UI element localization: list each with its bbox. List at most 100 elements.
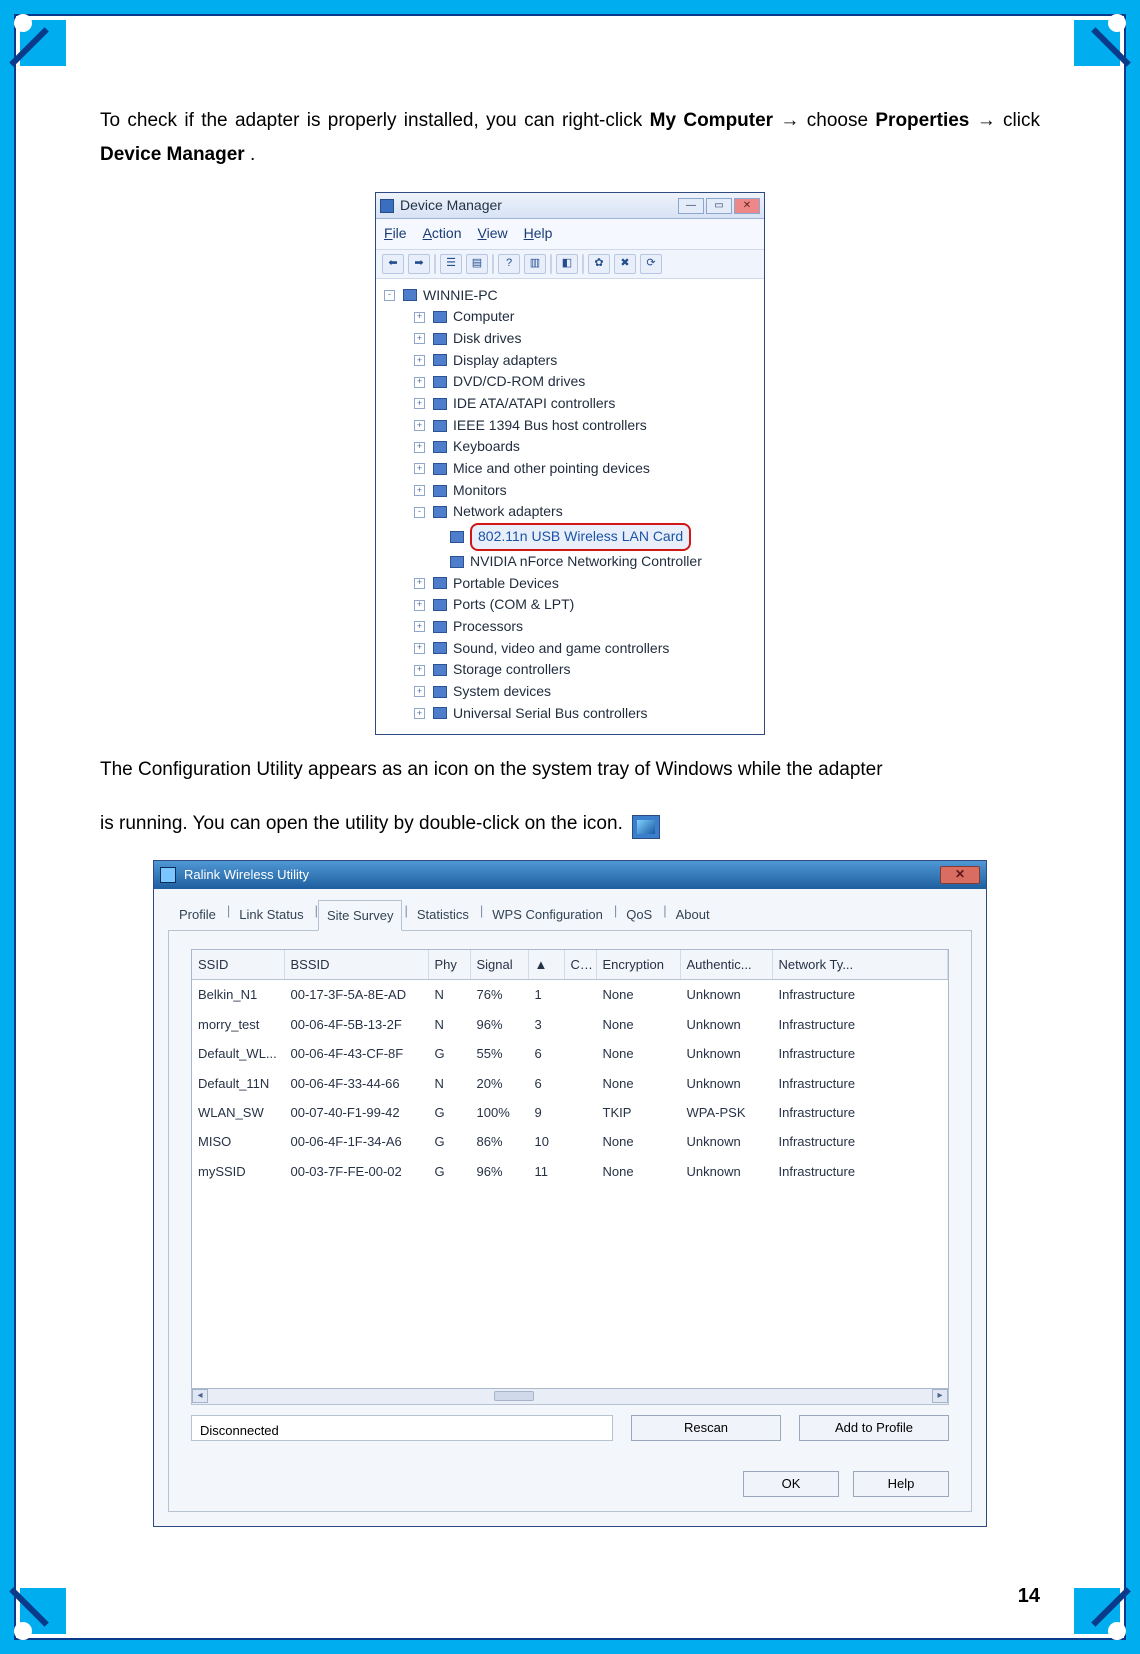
dm-node[interactable]: +Mice and other pointing devices <box>384 458 756 480</box>
scroll-right-icon[interactable]: ▸ <box>932 1389 948 1403</box>
dm-node[interactable]: +Ports (COM & LPT) <box>384 594 756 616</box>
dm-subnode-nvidia[interactable]: NVIDIA nForce Networking Controller <box>384 551 756 573</box>
expand-icon[interactable]: + <box>414 312 425 323</box>
dm-node-label: Sound, video and game controllers <box>453 638 669 660</box>
tab-qos[interactable]: QoS <box>617 899 661 930</box>
column-header[interactable]: SSID <box>192 950 284 980</box>
minimize-button[interactable]: — <box>678 198 704 214</box>
expand-icon[interactable]: + <box>414 398 425 409</box>
add-to-profile-button[interactable]: Add to Profile <box>799 1415 949 1441</box>
site-survey-table: SSIDBSSIDPhySignal▲C...EncryptionAuthent… <box>192 950 948 1186</box>
dm-node[interactable]: +Processors <box>384 616 756 638</box>
tab-profile[interactable]: Profile <box>170 899 225 930</box>
dm-node[interactable]: +Universal Serial Bus controllers <box>384 703 756 725</box>
tab-site-survey[interactable]: Site Survey <box>318 900 402 931</box>
dm-node[interactable]: +System devices <box>384 681 756 703</box>
column-header[interactable]: Phy <box>428 950 470 980</box>
dm-node[interactable]: +IEEE 1394 Bus host controllers <box>384 415 756 437</box>
forward-icon[interactable]: ➡ <box>408 254 430 274</box>
dm-menu-file[interactable]: File <box>384 221 407 246</box>
expand-icon[interactable]: + <box>414 485 425 496</box>
table-row[interactable]: Default_WL...00-06-4F-43-CF-8FG55%6NoneU… <box>192 1039 948 1068</box>
table-cell: 00-07-40-F1-99-42 <box>284 1098 428 1127</box>
dm-menu-help[interactable]: Help <box>524 221 553 246</box>
table-cell: Unknown <box>680 1069 772 1098</box>
column-header[interactable]: Signal <box>470 950 528 980</box>
rescan-button[interactable]: Rescan <box>631 1415 781 1441</box>
help-button[interactable]: Help <box>853 1471 949 1497</box>
dm-node[interactable]: +Computer <box>384 306 756 328</box>
table-row[interactable]: mySSID00-03-7F-FE-00-02G96%11NoneUnknown… <box>192 1157 948 1186</box>
dm-node[interactable]: + Sound, video and game controllers <box>384 638 756 660</box>
scan-icon[interactable]: ◧ <box>556 254 578 274</box>
dm-node[interactable]: +Display adapters <box>384 350 756 372</box>
dm-node[interactable]: +DVD/CD-ROM drives <box>384 371 756 393</box>
properties-icon[interactable]: ▤ <box>466 254 488 274</box>
tab-wps-configuration[interactable]: WPS Configuration <box>483 899 612 930</box>
update-icon[interactable]: ✿ <box>588 254 610 274</box>
dm-root-label[interactable]: WINNIE-PC <box>423 285 498 307</box>
dm-node[interactable]: +Keyboards <box>384 436 756 458</box>
dm-menu-view[interactable]: View <box>478 221 508 246</box>
expand-icon[interactable]: + <box>414 333 425 344</box>
column-header[interactable]: Encryption <box>596 950 680 980</box>
expand-icon[interactable]: + <box>414 708 425 719</box>
table-row[interactable]: morry_test00-06-4F-5B-13-2FN96%3NoneUnkn… <box>192 1010 948 1039</box>
dm-node[interactable]: +Storage controllers <box>384 659 756 681</box>
view-icon[interactable]: ▥ <box>524 254 546 274</box>
table-row[interactable]: MISO00-06-4F-1F-34-A6G86%10NoneUnknownIn… <box>192 1127 948 1156</box>
expand-icon[interactable]: + <box>414 377 425 388</box>
column-header[interactable]: ▲ <box>528 950 564 980</box>
table-cell: MISO <box>192 1127 284 1156</box>
close-button[interactable]: ✕ <box>734 198 760 214</box>
close-button[interactable]: ✕ <box>940 866 980 884</box>
expand-icon[interactable]: + <box>414 463 425 474</box>
page-number: 14 <box>1018 1578 1040 1614</box>
expand-icon[interactable]: + <box>414 643 425 654</box>
collapse-icon[interactable]: - <box>384 290 395 301</box>
expand-icon[interactable]: + <box>414 355 425 366</box>
expand-icon[interactable]: + <box>414 600 425 611</box>
refresh-icon[interactable]: ⟳ <box>640 254 662 274</box>
table-cell: WPA-PSK <box>680 1098 772 1127</box>
dm-node[interactable]: +Portable Devices <box>384 573 756 595</box>
table-row[interactable]: Default_11N00-06-4F-33-44-66N20%6NoneUnk… <box>192 1069 948 1098</box>
dm-menu-action[interactable]: Action <box>423 221 462 246</box>
dm-subnode-wireless[interactable]: 802.11n USB Wireless LAN Card <box>384 523 756 551</box>
tray-utility-icon[interactable] <box>632 815 660 839</box>
maximize-button[interactable]: ▭ <box>706 198 732 214</box>
expand-icon[interactable]: + <box>414 442 425 453</box>
column-header[interactable]: Authentic... <box>680 950 772 980</box>
tab-about[interactable]: About <box>667 899 719 930</box>
dm-node-network-adapters[interactable]: - Network adapters <box>384 501 756 523</box>
tree-icon[interactable]: ☰ <box>440 254 462 274</box>
dm-node[interactable]: +Disk drives <box>384 328 756 350</box>
table-cell: 10 <box>528 1127 564 1156</box>
dm-node[interactable]: +Monitors <box>384 480 756 502</box>
expand-icon[interactable]: + <box>414 578 425 589</box>
table-cell: 6 <box>528 1069 564 1098</box>
column-header[interactable]: Network Ty... <box>772 950 948 980</box>
table-cell: Unknown <box>680 1010 772 1039</box>
help-icon[interactable]: ? <box>498 254 520 274</box>
column-header[interactable]: BSSID <box>284 950 428 980</box>
table-cell <box>564 980 596 1010</box>
expand-icon[interactable]: + <box>414 420 425 431</box>
expand-icon[interactable]: + <box>414 665 425 676</box>
back-icon[interactable]: ⬅ <box>382 254 404 274</box>
expand-icon[interactable]: + <box>414 686 425 697</box>
scroll-thumb[interactable] <box>494 1391 534 1401</box>
column-header[interactable]: C... <box>564 950 596 980</box>
collapse-icon[interactable]: - <box>414 507 425 518</box>
horizontal-scrollbar[interactable]: ◂ ▸ <box>191 1389 949 1405</box>
ok-button[interactable]: OK <box>743 1471 839 1497</box>
table-row[interactable]: WLAN_SW00-07-40-F1-99-42G100%9TKIPWPA-PS… <box>192 1098 948 1127</box>
tab-statistics[interactable]: Statistics <box>408 899 478 930</box>
table-header-row[interactable]: SSIDBSSIDPhySignal▲C...EncryptionAuthent… <box>192 950 948 980</box>
scroll-left-icon[interactable]: ◂ <box>192 1389 208 1403</box>
tab-link-status[interactable]: Link Status <box>230 899 312 930</box>
dm-node[interactable]: +IDE ATA/ATAPI controllers <box>384 393 756 415</box>
uninstall-icon[interactable]: ✖ <box>614 254 636 274</box>
expand-icon[interactable]: + <box>414 621 425 632</box>
table-row[interactable]: Belkin_N100-17-3F-5A-8E-ADN76%1NoneUnkno… <box>192 980 948 1010</box>
